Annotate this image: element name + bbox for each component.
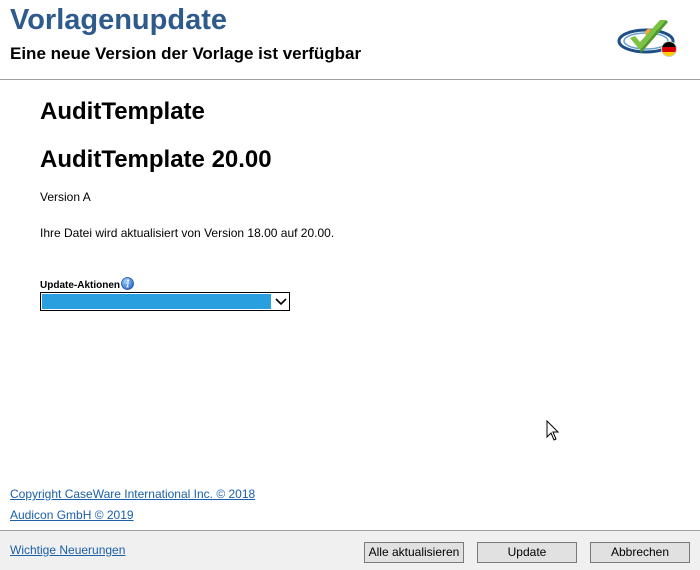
update-all-button[interactable]: Alle aktualisieren xyxy=(364,542,464,563)
dialog-header: Vorlagenupdate Eine neue Version der Vor… xyxy=(0,0,700,80)
update-actions-label: Update-Aktionen xyxy=(40,280,120,291)
update-actions-selected-value xyxy=(42,294,271,309)
template-update-dialog: Vorlagenupdate Eine neue Version der Vor… xyxy=(0,0,700,570)
dialog-title: Vorlagenupdate xyxy=(10,4,227,36)
mouse-cursor-icon xyxy=(546,419,560,442)
update-button[interactable]: Update xyxy=(477,542,577,563)
chevron-down-icon[interactable] xyxy=(273,293,289,310)
cancel-button[interactable]: Abbrechen xyxy=(590,542,690,563)
dialog-content: AuditTemplate AuditTemplate 20.00 Versio… xyxy=(0,80,700,530)
dialog-footer: Wichtige Neuerungen Alle aktualisieren U… xyxy=(0,530,700,570)
version-label: Version A xyxy=(40,190,91,204)
info-icon[interactable] xyxy=(121,277,134,290)
whats-new-link[interactable]: Wichtige Neuerungen xyxy=(10,543,125,557)
template-version-title: AuditTemplate 20.00 xyxy=(40,146,272,173)
dialog-subtitle: Eine neue Version der Vorlage ist verfüg… xyxy=(10,44,362,63)
template-name: AuditTemplate xyxy=(40,98,205,125)
caseware-copyright-link[interactable]: Copyright CaseWare International Inc. © … xyxy=(10,487,255,501)
update-actions-select[interactable] xyxy=(40,292,290,311)
update-message: Ihre Datei wird aktualisiert von Version… xyxy=(40,226,335,240)
caseware-logo-icon xyxy=(616,16,688,62)
audicon-copyright-link[interactable]: Audicon GmbH © 2019 xyxy=(10,508,134,522)
